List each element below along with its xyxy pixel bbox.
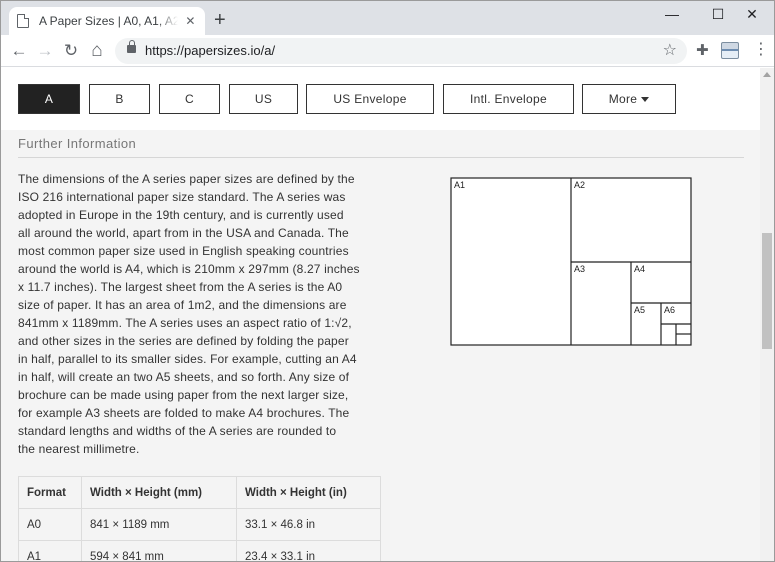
paragraph-line: 841mm x 1189mm. The A series uses an asp… — [18, 316, 352, 330]
table-header-row: Format Width × Height (mm) Width × Heigh… — [18, 476, 381, 509]
a-series-diagram: A1 A2 A3 A4 A5 A6 — [450, 177, 692, 346]
series-c-button[interactable]: C — [159, 84, 220, 114]
lock-icon — [127, 40, 136, 53]
scrollbar-thumb[interactable] — [762, 233, 772, 349]
minimize-icon[interactable]: — — [649, 5, 695, 27]
paragraph-line: for example A3 sheets are folded to make… — [18, 406, 350, 420]
column-header: Format — [18, 476, 82, 509]
page-content: A B C US US Envelope Intl. Envelope More… — [1, 68, 760, 561]
more-dropdown-button[interactable]: More — [582, 84, 676, 114]
table-cell: 23.4 × 33.1 in — [236, 540, 381, 561]
extensions-icon[interactable]: ✚ — [696, 41, 709, 59]
table-row: A1 594 × 841 mm 23.4 × 33.1 in — [18, 540, 381, 561]
sizes-table: Format Width × Height (mm) Width × Heigh… — [18, 476, 381, 561]
url-text: https://papersizes.io/a/ — [145, 43, 276, 58]
us-sizes-button[interactable]: US — [229, 84, 298, 114]
browser-window: A Paper Sizes | A0, A1, A2, A3, A ✕ + — … — [0, 0, 775, 562]
home-icon[interactable]: ⌂ — [85, 39, 109, 63]
table-row: A0 841 × 1189 mm 33.1 × 46.8 in — [18, 508, 381, 541]
section-heading: Further Information — [18, 136, 137, 151]
address-bar[interactable]: https://papersizes.io/a/ ☆ — [115, 38, 687, 64]
paper-series-nav: A B C US US Envelope Intl. Envelope More — [1, 68, 760, 130]
paragraph-line: in half, parallel to its smaller sides. … — [18, 352, 357, 366]
series-a-button[interactable]: A — [18, 84, 80, 114]
window-close-icon[interactable]: ✕ — [729, 5, 774, 27]
browser-tab[interactable]: A Paper Sizes | A0, A1, A2, A3, A ✕ — [9, 7, 205, 35]
column-header: Width × Height (mm) — [81, 476, 237, 509]
label-a2: A2 — [574, 180, 585, 190]
paragraph-line: The dimensions of the A series paper siz… — [18, 172, 355, 186]
section-divider — [18, 157, 744, 158]
series-b-button[interactable]: B — [89, 84, 150, 114]
profile-avatar-icon[interactable] — [721, 42, 739, 59]
scroll-up-arrow-icon[interactable] — [763, 72, 771, 77]
paragraph-line: in half, will create an two A5 sheets, a… — [18, 370, 350, 384]
intl-envelope-button[interactable]: Intl. Envelope — [443, 84, 574, 114]
paragraph-line: all around the world, apart from in the … — [18, 226, 349, 240]
label-a3: A3 — [574, 264, 585, 274]
reload-icon[interactable]: ↻ — [59, 39, 83, 63]
table-cell: 841 × 1189 mm — [81, 508, 237, 541]
label-a6: A6 — [664, 305, 675, 315]
paragraph-line: brochure can be made using paper from th… — [18, 388, 349, 402]
table-cell: 33.1 × 46.8 in — [236, 508, 381, 541]
paragraph-line: adopted in Europe in the 19th century, a… — [18, 208, 344, 222]
paragraph-line: the nearest millimetre. — [18, 442, 140, 456]
tab-strip: A Paper Sizes | A0, A1, A2, A3, A ✕ + — … — [1, 1, 774, 35]
label-a5: A5 — [634, 305, 645, 315]
table-cell: A1 — [18, 540, 82, 561]
new-tab-icon[interactable]: + — [214, 10, 226, 30]
page-icon — [17, 14, 29, 28]
label-a1: A1 — [454, 180, 465, 190]
forward-icon[interactable]: → — [33, 39, 57, 63]
label-a4: A4 — [634, 264, 645, 274]
caret-down-icon — [641, 97, 650, 103]
back-icon[interactable]: ← — [7, 39, 31, 63]
tab-title: A Paper Sizes | A0, A1, A2, A3, A — [39, 14, 178, 28]
more-label: More — [608, 92, 638, 106]
paragraph-line: size of paper. It has an area of 1m2, an… — [18, 298, 347, 312]
bookmark-star-icon[interactable]: ☆ — [663, 40, 677, 60]
table-cell: A0 — [18, 508, 82, 541]
tab-close-icon[interactable]: ✕ — [184, 14, 197, 28]
vertical-scrollbar[interactable] — [760, 68, 774, 561]
paragraph-line: ISO 216 international paper size standar… — [18, 190, 346, 204]
us-envelope-button[interactable]: US Envelope — [306, 84, 434, 114]
paragraph-line: standard lengths and widths of the A ser… — [18, 424, 337, 438]
browser-menu-icon[interactable]: ⋮ — [753, 40, 769, 60]
table-cell: 594 × 841 mm — [81, 540, 237, 561]
paragraph-line: x 11.7 inches). The largest sheet from t… — [18, 280, 343, 294]
column-header: Width × Height (in) — [236, 476, 381, 509]
paragraph-line: most common paper size used in English s… — [18, 244, 349, 258]
paragraph-line: and other sizes in the series are define… — [18, 334, 349, 348]
description-paragraph: The dimensions of the A series paper siz… — [18, 170, 383, 458]
paragraph-line: around the world is A4, which is 210mm x… — [18, 262, 360, 276]
browser-toolbar: ← → ↻ ⌂ https://papersizes.io/a/ ☆ ✚ ⋮ — [1, 35, 774, 67]
